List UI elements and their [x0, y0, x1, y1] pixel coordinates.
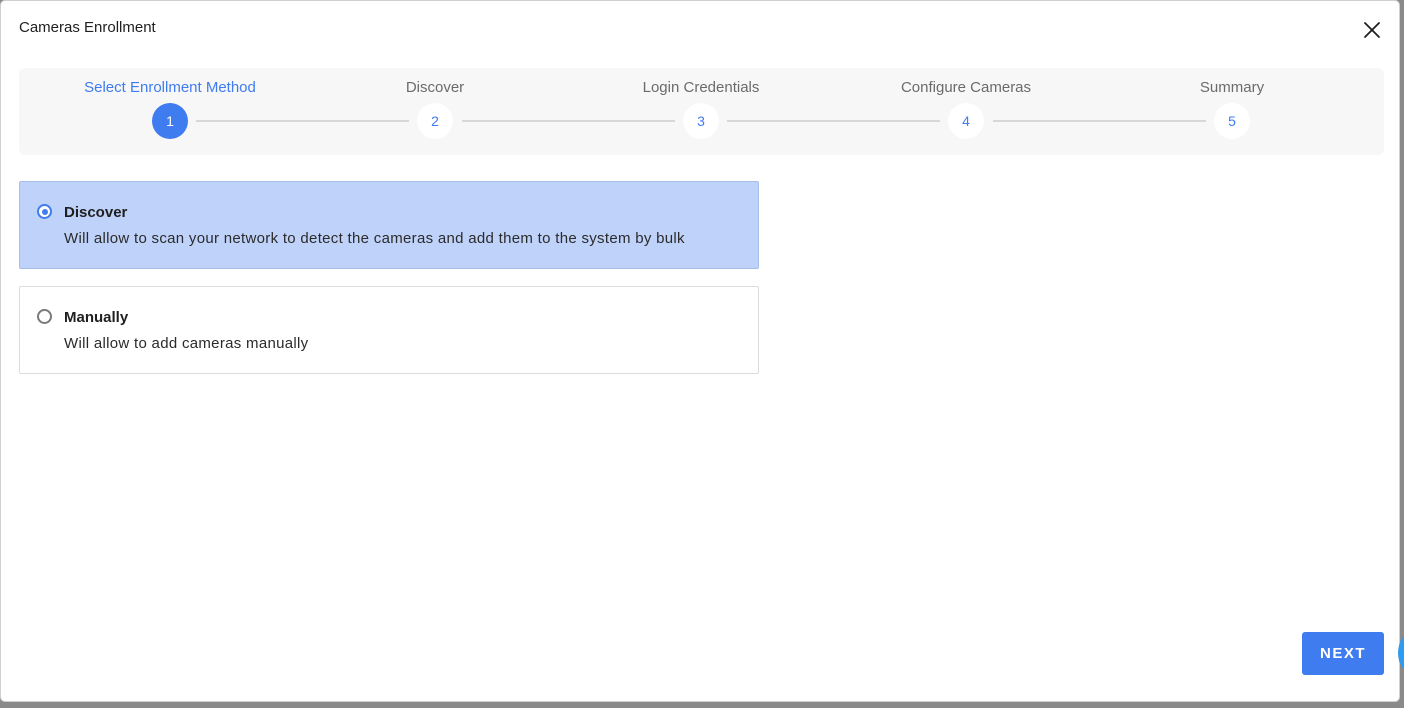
step-circle-1[interactable]: 1 [152, 103, 188, 139]
next-button[interactable]: NEXT [1302, 632, 1384, 675]
option-manually-title: Manually [64, 309, 129, 326]
step-circle-4[interactable]: 4 [948, 103, 984, 139]
step-circle-3[interactable]: 3 [683, 103, 719, 139]
radio-selected-dot [41, 208, 48, 215]
step-connector [993, 120, 1206, 122]
option-discover[interactable]: Discover Will allow to scan your network… [19, 181, 759, 269]
step-circle-2[interactable]: 2 [417, 103, 453, 139]
radio-discover[interactable] [37, 204, 52, 219]
step-circle-5[interactable]: 5 [1214, 103, 1250, 139]
step-label-discover: Discover [405, 79, 465, 96]
step-connector [196, 120, 409, 122]
option-manually[interactable]: Manually Will allow to add cameras manua… [19, 286, 759, 374]
step-connector [727, 120, 940, 122]
step-connector [462, 120, 675, 122]
step-label-summary: Summary [1199, 79, 1265, 96]
step-label-select-enrollment-method: Select Enrollment Method [84, 79, 256, 96]
step-label-login-credentials: Login Credentials [642, 79, 760, 96]
option-discover-title: Discover [64, 204, 128, 221]
radio-manually[interactable] [37, 309, 52, 324]
option-discover-description: Will allow to scan your network to detec… [64, 230, 685, 247]
option-manually-description: Will allow to add cameras manually [64, 335, 309, 352]
close-icon[interactable] [1361, 19, 1383, 41]
step-label-configure-cameras: Configure Cameras [900, 79, 1032, 96]
dialog-title: Cameras Enrollment [19, 19, 156, 36]
enrollment-stepper: Select Enrollment Method 1 Discover 2 Lo… [19, 68, 1384, 155]
enrollment-dialog: Cameras Enrollment Select Enrollment Met… [1, 1, 1399, 701]
